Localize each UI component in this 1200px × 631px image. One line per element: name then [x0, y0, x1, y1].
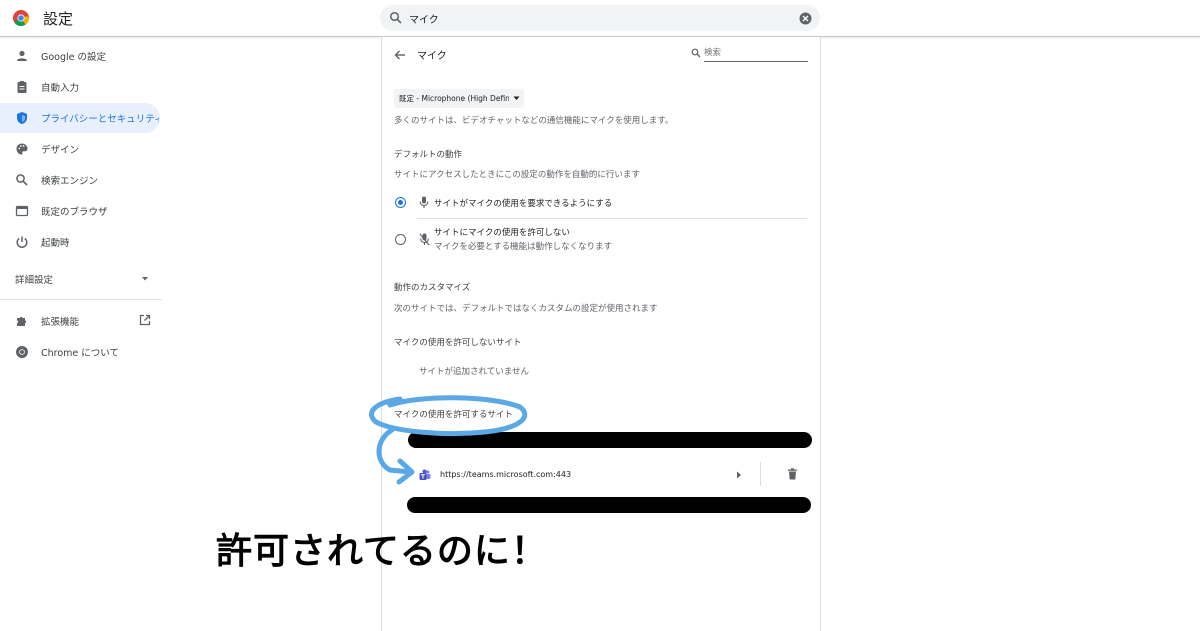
sidebar-item-on-startup[interactable]: 起動時	[0, 227, 160, 257]
sidebar-item-label: Google の設定	[41, 52, 107, 63]
trash-icon[interactable]	[787, 468, 798, 480]
custom-behavior-subtitle: 次のサイトでは、デフォルトではなくカスタムの設定が使用されます	[394, 304, 658, 314]
row-separator	[760, 462, 761, 486]
allowed-sites-heading: マイクの使用を許可するサイト	[394, 410, 513, 420]
caret-down-icon	[513, 96, 520, 100]
block-radio[interactable]	[395, 234, 406, 245]
open-in-new-icon	[139, 314, 151, 326]
sidebar-item-about-chrome[interactable]: Chrome について	[0, 337, 160, 367]
allow-ask-label: サイトがマイクの使用を要求できるようにする	[434, 199, 613, 209]
allow-ask-radio[interactable]	[395, 197, 406, 208]
block-label: サイトにマイクの使用を許可しない	[434, 228, 570, 238]
back-arrow-icon[interactable]	[394, 49, 406, 61]
sidebar-divider	[0, 299, 162, 300]
sidebar-item-label: 既定のブラウザ	[41, 207, 108, 218]
allowed-site-url[interactable]: https://teams.microsoft.com:443	[440, 470, 571, 479]
sidebar-item-appearance[interactable]: デザイン	[0, 134, 160, 164]
settings-search[interactable]	[380, 5, 820, 31]
subpage-title: マイク	[417, 51, 447, 62]
redaction-bar	[407, 497, 811, 513]
caret-down-icon	[142, 277, 148, 281]
sidebar-item-label: 起動時	[41, 238, 70, 249]
block-sublabel: マイクを必要とする機能は動作しなくなります	[434, 242, 613, 252]
clipboard-icon	[17, 81, 27, 93]
power-icon	[16, 236, 28, 248]
subpage-search-input[interactable]	[704, 45, 808, 62]
sidebar-item-search-engine[interactable]: 検索エンジン	[0, 165, 160, 195]
browser-icon	[15, 205, 29, 217]
puzzle-icon	[17, 316, 27, 326]
option-divider	[417, 218, 807, 219]
redaction-bar	[408, 432, 812, 448]
chrome-logo-icon	[13, 10, 29, 26]
settings-header: 設定	[0, 0, 1200, 37]
app-title: 設定	[43, 10, 74, 28]
microphone-device-select[interactable]: 既定 - Microphone (High Defin	[394, 89, 524, 108]
microphone-select-value: 既定 - Microphone (High Defin	[399, 94, 509, 103]
search-icon	[16, 174, 28, 186]
clear-search-icon[interactable]	[799, 12, 812, 25]
blocked-sites-heading: マイクの使用を許可しないサイト	[394, 338, 522, 348]
person-icon	[17, 50, 27, 61]
shield-icon	[17, 112, 27, 124]
search-icon	[691, 48, 701, 58]
sidebar-advanced-toggle[interactable]: 詳細設定	[0, 267, 160, 291]
microphone-icon	[419, 196, 429, 208]
annotation-text: 許可されてるのに！	[216, 531, 548, 572]
sidebar-item-default-browser[interactable]: 既定のブラウザ	[0, 196, 160, 226]
custom-behavior-heading: 動作のカスタマイズ	[394, 283, 471, 293]
sidebar-item-label: プライバシーとセキュリティ	[41, 114, 159, 125]
sidebar-item-label: デザイン	[41, 145, 80, 156]
sidebar-item-label: Chrome について	[41, 348, 119, 359]
sidebar-item-autofill[interactable]: 自動入力	[0, 72, 160, 102]
microphone-off-icon	[419, 233, 430, 246]
blocked-sites-empty: サイトが追加されていません	[419, 367, 529, 377]
teams-icon	[419, 469, 431, 480]
settings-sidebar: Google の設定 自動入力 プライバシーとセキュリティ デザイン 検索エンジ…	[0, 37, 162, 631]
chrome-icon	[16, 346, 28, 358]
sidebar-item-label: 検索エンジン	[41, 176, 99, 187]
palette-icon	[16, 143, 28, 155]
sidebar-item-privacy[interactable]: プライバシーとセキュリティ	[0, 103, 160, 133]
sidebar-item-google[interactable]: Google の設定	[0, 41, 160, 71]
chevron-right-icon[interactable]	[736, 471, 742, 479]
advanced-label: 詳細設定	[15, 275, 54, 286]
sidebar-item-label: 自動入力	[41, 83, 80, 94]
sidebar-item-extensions[interactable]: 拡張機能	[0, 306, 160, 336]
default-behavior-heading: デフォルトの動作	[394, 150, 463, 160]
search-icon	[389, 11, 402, 24]
default-behavior-subtitle: サイトにアクセスしたときにこの設定の動作を自動的に行います	[394, 170, 640, 180]
settings-search-input[interactable]	[409, 9, 789, 27]
microphone-description: 多くのサイトは、ビデオチャットなどの通信機能にマイクを使用します。	[394, 116, 674, 126]
